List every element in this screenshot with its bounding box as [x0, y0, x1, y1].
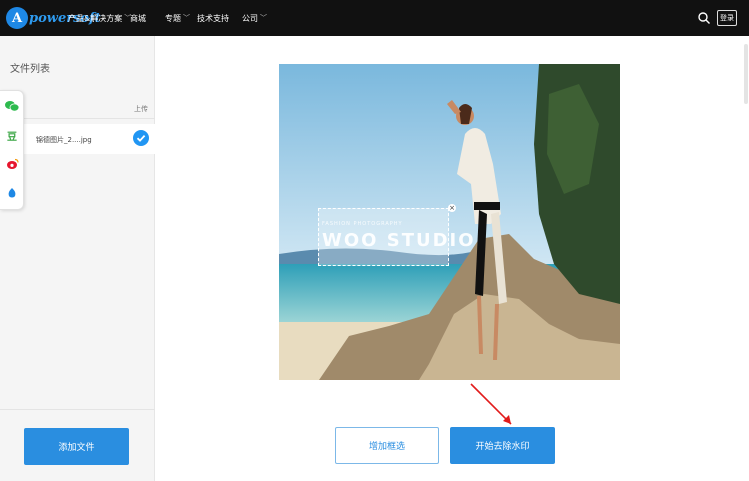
- watermark-title: WOO STUDIO: [322, 230, 476, 251]
- uploaded-check-icon: [133, 130, 149, 146]
- scrollbar[interactable]: [744, 44, 748, 104]
- nav-support[interactable]: 技术支持: [197, 13, 242, 24]
- main-nav: 产品&解决方案 ﹀ 商城 专题 ﹀ 技术支持 公司 ﹀: [68, 0, 272, 36]
- nav-company-label: 公司: [242, 13, 258, 23]
- login-button[interactable]: 登录: [717, 10, 737, 26]
- nav-store-label: 商城: [130, 13, 146, 23]
- top-navigation-bar: A powersoft 产品&解决方案 ﹀ 商城 专题 ﹀ 技术支持 公司 ﹀ 登录: [0, 0, 749, 36]
- douban-icon[interactable]: 豆: [5, 128, 19, 143]
- chevron-down-icon: ﹀: [183, 14, 190, 22]
- share-toolbar: 豆: [0, 90, 24, 210]
- nav-products[interactable]: 产品&解决方案 ﹀: [68, 13, 131, 24]
- chevron-down-icon: ﹀: [260, 14, 267, 22]
- start-remove-watermark-button[interactable]: 开始去除水印: [450, 427, 555, 464]
- weibo-icon[interactable]: [5, 157, 19, 171]
- file-name: 锦德图片_2....jpg: [36, 136, 92, 144]
- add-file-button[interactable]: 添加文件: [24, 428, 129, 465]
- logo-mark: A: [6, 7, 28, 29]
- search-icon[interactable]: [697, 11, 711, 25]
- wechat-icon[interactable]: [5, 99, 19, 113]
- nav-support-label: 技术支持: [197, 13, 229, 23]
- nav-topics-label: 专题: [165, 13, 181, 23]
- qq-icon[interactable]: [5, 186, 19, 200]
- column-upload-header: 上传: [134, 105, 148, 113]
- nav-store[interactable]: 商城: [130, 13, 165, 24]
- close-icon[interactable]: ×: [448, 204, 456, 212]
- add-selection-button[interactable]: 增加框选: [335, 427, 439, 464]
- nav-products-label: 产品&解决方案: [68, 13, 123, 23]
- divider: [0, 409, 155, 410]
- nav-company[interactable]: 公司 ﹀: [242, 13, 272, 24]
- watermark-subtitle: FASHION PHOTOGRAPHY: [322, 221, 403, 227]
- file-list-title: 文件列表: [10, 64, 50, 75]
- nav-topics[interactable]: 专题 ﹀: [165, 13, 197, 24]
